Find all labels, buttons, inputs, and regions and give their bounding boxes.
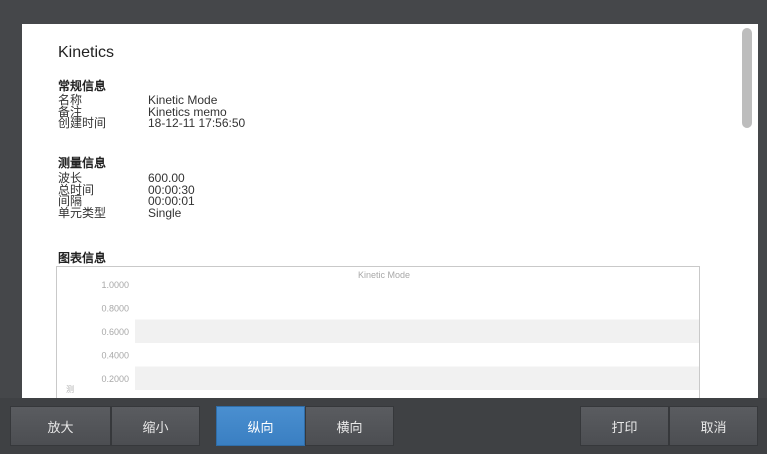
report-title: Kinetics — [58, 44, 115, 61]
print-button[interactable]: 打印 — [580, 406, 669, 446]
general-key: 创建时间 — [58, 116, 107, 130]
measurement-info-list: 波长 600.00 总时间 00:00:30 间隔 00:00:01 单元类型 … — [58, 172, 195, 220]
vertical-scrollbar-thumb[interactable] — [742, 28, 752, 128]
y-tick-label: 0.8000 — [101, 304, 129, 314]
kinetics-chart: 1.00000.80000.60000.40000.20000.0000Kine… — [56, 266, 700, 398]
chart-title: Kinetic Mode — [358, 270, 410, 280]
y-tick-label: 0.6000 — [101, 327, 129, 337]
measurement-info-heading: 测量信息 — [58, 156, 107, 170]
y-tick-label: 0.4000 — [101, 351, 129, 361]
y-tick-label: 0.2000 — [101, 374, 129, 384]
print-preview-page: Kinetics 常规信息 名称 Kinetic Mode 备注 Kinetic… — [22, 24, 758, 398]
general-value: 18-12-11 17:56:50 — [148, 116, 246, 130]
cancel-button[interactable]: 取消 — [669, 406, 758, 446]
measurement-row-cell-type: 单元类型 Single — [58, 205, 195, 220]
landscape-button[interactable]: 横向 — [305, 406, 394, 446]
zoom-in-button[interactable]: 放大 — [10, 406, 111, 446]
measurement-value: Single — [148, 205, 182, 220]
measurement-key: 单元类型 — [58, 205, 107, 220]
grid-band — [135, 366, 699, 390]
portrait-button[interactable]: 纵向 — [216, 406, 305, 446]
general-info-list: 名称 Kinetic Mode 备注 Kinetics memo 创建时间 18… — [58, 94, 246, 130]
zoom-out-button[interactable]: 缩小 — [111, 406, 200, 446]
chart-canvas: 1.00000.80000.60000.40000.20000.0000Kine… — [66, 270, 699, 398]
general-row-created: 创建时间 18-12-11 17:56:50 — [58, 116, 246, 130]
chart-info-heading: 图表信息 — [58, 251, 107, 265]
general-info-heading: 常规信息 — [58, 79, 107, 93]
grid-band — [135, 319, 699, 343]
y-axis-label: 测 — [66, 385, 74, 394]
y-tick-label: 1.0000 — [101, 280, 129, 290]
